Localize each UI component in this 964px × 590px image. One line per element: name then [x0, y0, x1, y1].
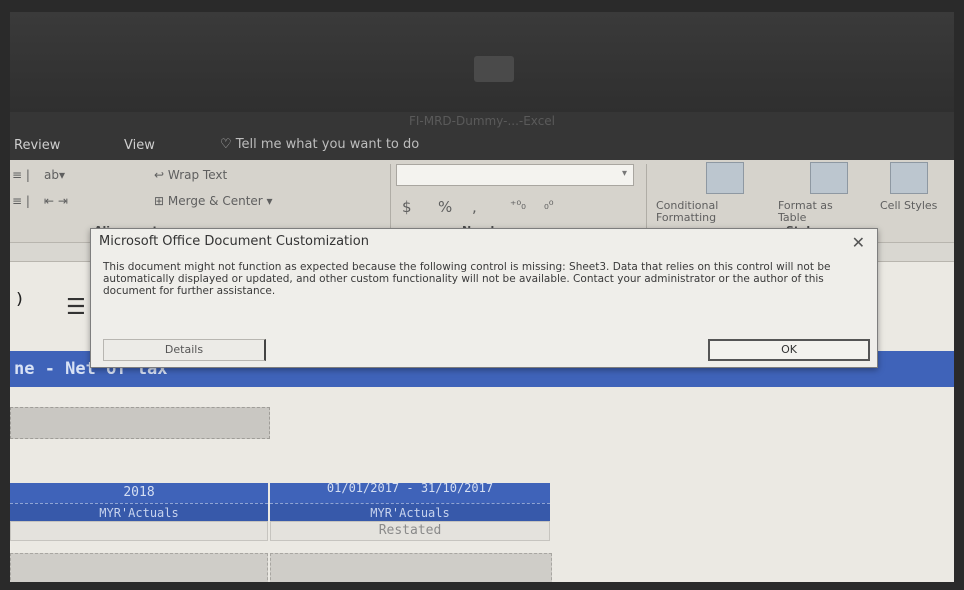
orientation-icon[interactable]: ab▾: [44, 168, 65, 182]
photo-frame: FI-MRD-Dummy-...-Excel Review View ♡ Tel…: [0, 0, 964, 590]
sheet-icon: ⁾: [16, 287, 23, 320]
tell-me-text: Tell me what you want to do: [235, 137, 420, 152]
lightbulb-icon: ♡: [220, 137, 236, 152]
customization-dialog: Microsoft Office Document Customization …: [90, 228, 878, 368]
window-title: FI-MRD-Dummy-...-Excel: [408, 114, 556, 128]
format-as-table-button[interactable]: Format as Table: [778, 200, 858, 224]
list-icon[interactable]: ☰: [66, 295, 86, 320]
tab-view[interactable]: View: [124, 138, 155, 153]
close-icon[interactable]: ✕: [852, 233, 865, 252]
menu-bar: FI-MRD-Dummy-...-Excel Review View ♡ Tel…: [10, 112, 954, 160]
align-left-icon[interactable]: ≡ |: [12, 168, 30, 182]
dialog-message: This document might not function as expe…: [103, 261, 831, 297]
tell-me-search[interactable]: ♡ Tell me what you want to do: [220, 137, 419, 152]
table-cell[interactable]: [10, 521, 268, 541]
increase-indent-icon[interactable]: ⇤ ⇥: [44, 194, 68, 208]
divider: [646, 164, 647, 236]
tab-review[interactable]: Review: [14, 138, 60, 153]
wrap-text-icon: ↩: [154, 168, 168, 182]
comma-button[interactable]: ,: [472, 198, 477, 216]
conditional-formatting-button[interactable]: Conditional Formatting: [656, 200, 756, 224]
table-cell[interactable]: [270, 553, 552, 582]
column-header-2018: 2018: [10, 483, 268, 503]
percent-button[interactable]: %: [438, 198, 452, 216]
divider: [390, 164, 391, 236]
currency-button[interactable]: $: [402, 198, 412, 216]
ok-button[interactable]: OK: [708, 339, 870, 361]
details-button[interactable]: Details: [103, 339, 266, 361]
decrease-decimal-icon[interactable]: ₀⁰: [544, 198, 554, 212]
filter-cell[interactable]: [10, 407, 270, 439]
format-as-table-icon[interactable]: [810, 162, 848, 194]
column-sub-header: MYR'Actuals: [270, 503, 550, 522]
indent-icon[interactable]: ≡ |: [12, 194, 30, 208]
increase-decimal-icon[interactable]: ⁺⁰₀: [510, 198, 526, 212]
dialog-title: Microsoft Office Document Customization: [99, 234, 369, 249]
excel-window: FI-MRD-Dummy-...-Excel Review View ♡ Tel…: [10, 12, 954, 582]
restated-cell[interactable]: Restated: [270, 521, 550, 541]
wrap-text-label: Wrap Text: [167, 168, 228, 182]
conditional-formatting-icon[interactable]: [706, 162, 744, 194]
title-bar: [10, 12, 954, 112]
merge-center-button[interactable]: ⊞ Merge & Center ▾: [154, 194, 273, 208]
webcam-icon: [474, 56, 514, 82]
table-cell[interactable]: [10, 553, 268, 582]
number-format-select[interactable]: ▾: [396, 164, 634, 186]
column-sub-header: MYR'Actuals: [10, 503, 268, 522]
column-header-period: 01/01/2017 - 31/10/2017: [270, 482, 550, 503]
cell-styles-button[interactable]: Cell Styles: [880, 200, 950, 212]
merge-center-label: Merge & Center: [167, 194, 263, 208]
chevron-down-icon: ▾: [621, 168, 627, 179]
wrap-text-button[interactable]: ↩ Wrap Text: [154, 168, 227, 182]
merge-icon: ⊞: [154, 194, 168, 208]
chevron-down-icon[interactable]: ▾: [263, 194, 273, 208]
cell-styles-icon[interactable]: [890, 162, 928, 194]
